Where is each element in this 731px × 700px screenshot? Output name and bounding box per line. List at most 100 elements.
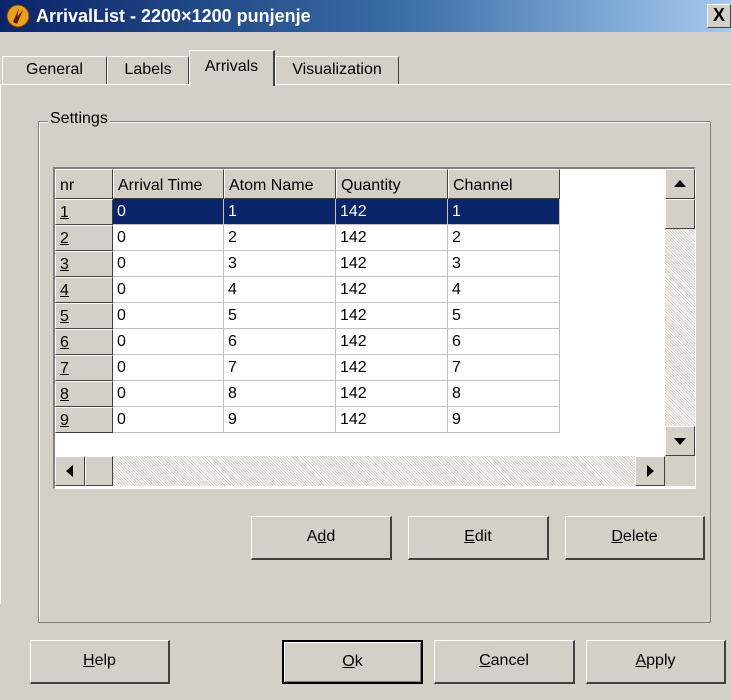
cell-arrival-time[interactable]: 0 <box>113 355 224 381</box>
help-label-post: elp <box>94 652 116 669</box>
apply-label-post: pply <box>646 652 676 669</box>
cell-arrival-time[interactable]: 0 <box>113 407 224 433</box>
cancel-label-post: ancel <box>490 652 529 669</box>
scroll-right-button[interactable] <box>635 456 665 486</box>
apply-label-accel: A <box>635 652 647 669</box>
edit-button[interactable]: Edit <box>408 516 549 560</box>
table-row[interactable]: 2 0 2 142 2 <box>55 225 665 251</box>
apply-button[interactable]: Apply <box>586 640 726 684</box>
vertical-scrollbar[interactable] <box>665 169 695 456</box>
row-header[interactable]: 8 <box>55 381 113 407</box>
tab-general[interactable]: General <box>2 56 107 84</box>
table-row[interactable]: 4 0 4 142 4 <box>55 277 665 303</box>
help-button[interactable]: Help <box>30 640 170 684</box>
cell-channel[interactable]: 4 <box>448 277 560 303</box>
row-header[interactable]: 9 <box>55 407 113 433</box>
vertical-scroll-thumb[interactable] <box>665 199 695 229</box>
cell-channel[interactable]: 5 <box>448 303 560 329</box>
cell-quantity[interactable]: 142 <box>336 277 448 303</box>
cell-atom-name[interactable]: 7 <box>224 355 336 381</box>
delete-label-post: elete <box>622 528 658 545</box>
ok-label-accel: O <box>342 653 355 670</box>
settings-group-label: Settings <box>48 109 110 129</box>
cell-atom-name[interactable]: 6 <box>224 329 336 355</box>
table-row[interactable]: 3 0 3 142 3 <box>55 251 665 277</box>
row-header[interactable]: 4 <box>55 277 113 303</box>
cell-channel[interactable]: 8 <box>448 381 560 407</box>
cell-arrival-time[interactable]: 0 <box>113 329 224 355</box>
cell-quantity[interactable]: 142 <box>336 199 448 225</box>
table-row[interactable]: 9 0 9 142 9 <box>55 407 665 433</box>
cell-channel[interactable]: 1 <box>448 199 560 225</box>
cell-quantity[interactable]: 142 <box>336 303 448 329</box>
table-row[interactable]: 7 0 7 142 7 <box>55 355 665 381</box>
arrivals-table[interactable]: nr Arrival Time Atom Name Quantity Chann… <box>53 167 696 489</box>
table-row[interactable]: 5 0 5 142 5 <box>55 303 665 329</box>
add-label-accel: d <box>317 528 327 545</box>
close-button[interactable]: X <box>707 4 731 28</box>
delete-button[interactable]: Delete <box>565 516 705 560</box>
cell-channel[interactable]: 2 <box>448 225 560 251</box>
add-button[interactable]: Add <box>251 516 392 560</box>
app-icon <box>6 4 30 28</box>
row-header[interactable]: 3 <box>55 251 113 277</box>
up-arrow-icon <box>674 180 686 187</box>
column-header-atom-name[interactable]: Atom Name <box>224 169 336 199</box>
tab-visualization[interactable]: Visualization <box>275 56 399 84</box>
cell-arrival-time[interactable]: 0 <box>113 303 224 329</box>
scroll-up-button[interactable] <box>665 169 695 199</box>
tab-labels[interactable]: Labels <box>107 56 189 84</box>
cell-atom-name[interactable]: 2 <box>224 225 336 251</box>
row-header[interactable]: 5 <box>55 303 113 329</box>
left-arrow-icon <box>66 465 73 477</box>
cell-atom-name[interactable]: 5 <box>224 303 336 329</box>
column-header-arrival-time[interactable]: Arrival Time <box>113 169 224 199</box>
arrival-list-dialog: ArrivalList - 2200×1200 punjenje X Gener… <box>0 0 731 700</box>
cell-quantity[interactable]: 142 <box>336 251 448 277</box>
cell-quantity[interactable]: 142 <box>336 407 448 433</box>
scroll-down-button[interactable] <box>665 426 695 456</box>
column-header-channel[interactable]: Channel <box>448 169 560 199</box>
cell-channel[interactable]: 6 <box>448 329 560 355</box>
title-bar[interactable]: ArrivalList - 2200×1200 punjenje X <box>0 0 731 32</box>
table-row[interactable]: 6 0 6 142 6 <box>55 329 665 355</box>
right-arrow-icon <box>647 465 654 477</box>
ok-label-post: k <box>354 653 363 670</box>
cell-arrival-time[interactable]: 0 <box>113 277 224 303</box>
scroll-left-button[interactable] <box>55 456 85 486</box>
cell-quantity[interactable]: 142 <box>336 225 448 251</box>
row-header[interactable]: 7 <box>55 355 113 381</box>
cell-atom-name[interactable]: 4 <box>224 277 336 303</box>
table-row[interactable]: 8 0 8 142 8 <box>55 381 665 407</box>
row-header[interactable]: 2 <box>55 225 113 251</box>
cell-quantity[interactable]: 142 <box>336 329 448 355</box>
ok-button[interactable]: Ok <box>282 640 423 684</box>
cell-arrival-time[interactable]: 0 <box>113 199 224 225</box>
add-label-post: d <box>326 528 336 545</box>
cell-arrival-time[interactable]: 0 <box>113 381 224 407</box>
table-row[interactable]: 1 0 1 142 1 <box>55 199 665 225</box>
cell-arrival-time[interactable]: 0 <box>113 251 224 277</box>
cell-channel[interactable]: 9 <box>448 407 560 433</box>
horizontal-scrollbar[interactable] <box>55 456 665 486</box>
cell-arrival-time[interactable]: 0 <box>113 225 224 251</box>
column-header-nr[interactable]: nr <box>55 169 113 199</box>
cell-atom-name[interactable]: 3 <box>224 251 336 277</box>
row-header[interactable]: 6 <box>55 329 113 355</box>
column-header-quantity[interactable]: Quantity <box>336 169 448 199</box>
add-label-pre: A <box>306 528 318 545</box>
cell-atom-name[interactable]: 8 <box>224 381 336 407</box>
cancel-button[interactable]: Cancel <box>434 640 575 684</box>
cell-quantity[interactable]: 142 <box>336 381 448 407</box>
row-header[interactable]: 1 <box>55 199 113 225</box>
cell-atom-name[interactable]: 9 <box>224 407 336 433</box>
scrollbar-corner <box>665 456 695 486</box>
help-label-accel: H <box>83 652 95 669</box>
cell-quantity[interactable]: 142 <box>336 355 448 381</box>
cell-channel[interactable]: 3 <box>448 251 560 277</box>
cell-atom-name[interactable]: 1 <box>224 199 336 225</box>
tab-arrivals[interactable]: Arrivals <box>189 50 275 86</box>
horizontal-scroll-thumb[interactable] <box>85 456 113 486</box>
delete-label-accel: D <box>611 528 623 545</box>
cell-channel[interactable]: 7 <box>448 355 560 381</box>
